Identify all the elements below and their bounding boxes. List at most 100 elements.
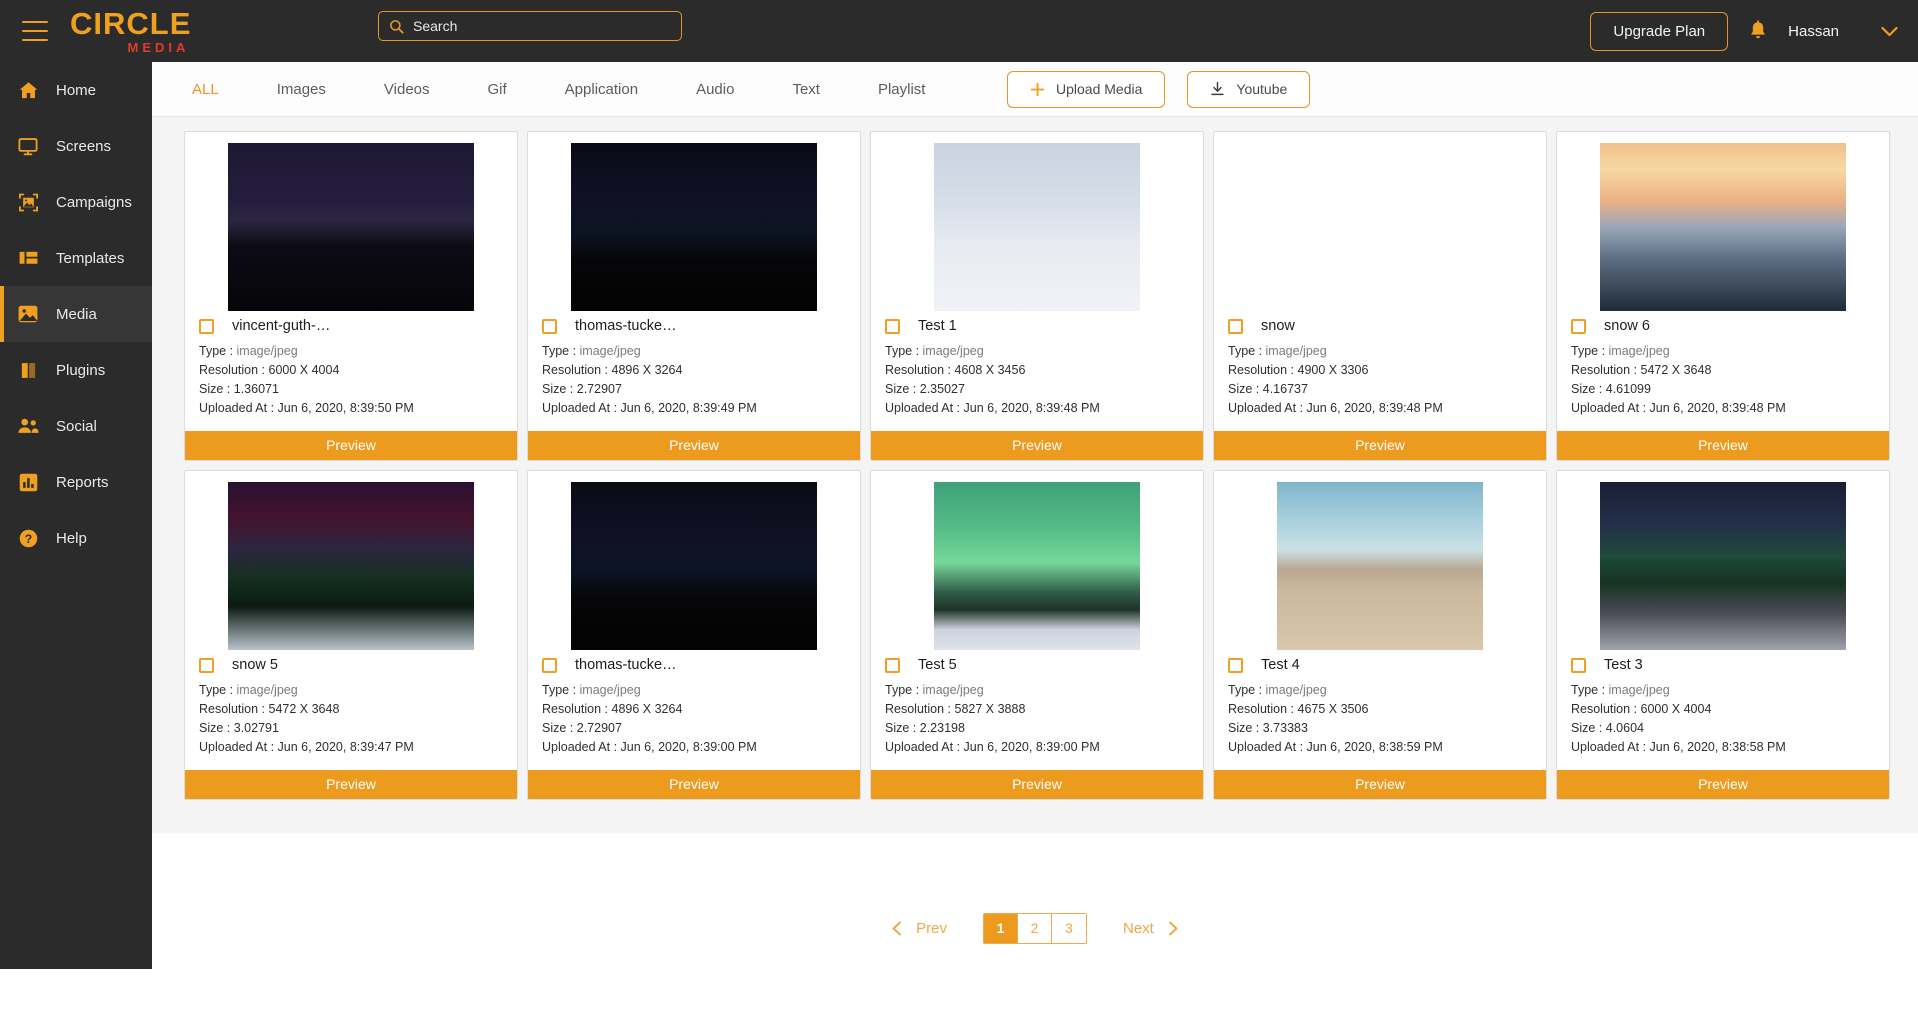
sidebar-item-plugins[interactable]: Plugins bbox=[0, 342, 152, 398]
resolution-value: 5472 X 3648 bbox=[268, 702, 340, 716]
sidebar-item-help[interactable]: ? Help bbox=[0, 510, 152, 566]
media-card[interactable]: thomas-tucke… Type : image/jpeg Resoluti… bbox=[527, 470, 861, 800]
pagination-page-numbers: 123 bbox=[983, 913, 1087, 944]
media-resolution-line: Resolution : 5472 X 3648 bbox=[199, 700, 503, 719]
preview-button[interactable]: Preview bbox=[871, 770, 1203, 799]
media-card[interactable]: Test 3 Type : image/jpeg Resolution : 60… bbox=[1556, 470, 1890, 800]
sidebar-item-reports[interactable]: Reports bbox=[0, 454, 152, 510]
sidebar-item-home[interactable]: Home bbox=[0, 62, 152, 118]
tab-application[interactable]: Application bbox=[555, 81, 648, 98]
media-uploaded-line: Uploaded At : Jun 6, 2020, 8:39:49 PM bbox=[542, 399, 846, 418]
preview-button[interactable]: Preview bbox=[1557, 431, 1889, 460]
app-logo[interactable]: CIRCLE MEDIA bbox=[70, 8, 191, 54]
plus-icon bbox=[1030, 82, 1045, 96]
media-select-checkbox[interactable] bbox=[885, 657, 900, 673]
resolution-value: 6000 X 4004 bbox=[1640, 702, 1712, 716]
media-type-line: Type : image/jpeg bbox=[1571, 681, 1875, 700]
media-size-line: Size : 4.16737 bbox=[1228, 380, 1532, 399]
sidebar-item-campaigns[interactable]: Campaigns bbox=[0, 174, 152, 230]
sidebar-item-label: Help bbox=[56, 529, 87, 547]
resolution-label: Resolution : bbox=[885, 363, 952, 377]
media-metadata: snow 6 Type : image/jpeg Resolution : 54… bbox=[1557, 314, 1889, 431]
preview-button[interactable]: Preview bbox=[185, 431, 517, 460]
main-content: ALL Images Videos Gif Application Audio Text Pl… bbox=[152, 62, 1918, 1024]
campaign-icon bbox=[14, 192, 42, 213]
media-size-line: Size : 2.72907 bbox=[542, 719, 846, 738]
media-card[interactable]: Test 5 Type : image/jpeg Resolution : 58… bbox=[870, 470, 1204, 800]
pagination-page-2[interactable]: 2 bbox=[1018, 914, 1052, 943]
tab-playlist[interactable]: Playlist bbox=[868, 81, 936, 98]
media-card[interactable]: snow Type : image/jpeg Resolution : 4900… bbox=[1213, 131, 1547, 461]
media-type-line: Type : image/jpeg bbox=[1228, 681, 1532, 700]
tab-text[interactable]: Text bbox=[782, 81, 830, 98]
sidebar-item-label: Reports bbox=[56, 473, 109, 491]
media-select-checkbox[interactable] bbox=[199, 318, 214, 334]
chevron-left-icon bbox=[892, 921, 902, 936]
logo-text-circle: CIRCLE bbox=[70, 6, 192, 41]
size-label: Size : bbox=[542, 382, 574, 396]
pagination-page-1[interactable]: 1 bbox=[984, 914, 1018, 943]
media-title-row: thomas-tucke… bbox=[542, 318, 846, 334]
media-select-checkbox[interactable] bbox=[1571, 318, 1586, 334]
tab-videos[interactable]: Videos bbox=[374, 81, 440, 98]
upload-media-button[interactable]: Upload Media bbox=[1007, 70, 1166, 108]
pagination-prev-button[interactable]: Prev bbox=[891, 920, 947, 937]
media-card[interactable]: snow 6 Type : image/jpeg Resolution : 54… bbox=[1556, 131, 1890, 461]
media-select-checkbox[interactable] bbox=[1571, 657, 1586, 673]
media-resolution-line: Resolution : 6000 X 4004 bbox=[199, 361, 503, 380]
chevron-right-icon bbox=[1168, 921, 1178, 936]
search-input[interactable] bbox=[413, 18, 671, 34]
media-select-checkbox[interactable] bbox=[542, 657, 557, 673]
preview-button[interactable]: Preview bbox=[1557, 770, 1889, 799]
tab-audio[interactable]: Audio bbox=[686, 81, 744, 98]
sidebar-item-social[interactable]: Social bbox=[0, 398, 152, 454]
tab-gif[interactable]: Gif bbox=[478, 81, 517, 98]
media-select-checkbox[interactable] bbox=[1228, 657, 1243, 673]
search-icon bbox=[390, 19, 404, 34]
media-card[interactable]: thomas-tucke… Type : image/jpeg Resoluti… bbox=[527, 131, 861, 461]
media-card[interactable]: Test 4 Type : image/jpeg Resolution : 46… bbox=[1213, 470, 1547, 800]
sidebar-item-screens[interactable]: Screens bbox=[0, 118, 152, 174]
media-select-checkbox[interactable] bbox=[1228, 318, 1243, 334]
upgrade-plan-button[interactable]: Upgrade Plan bbox=[1590, 11, 1729, 51]
preview-button[interactable]: Preview bbox=[185, 770, 517, 799]
notifications-bell-icon[interactable] bbox=[1748, 20, 1768, 42]
pagination-next-button[interactable]: Next bbox=[1123, 920, 1179, 937]
type-label: Type : bbox=[1228, 683, 1263, 697]
preview-button[interactable]: Preview bbox=[528, 431, 860, 460]
media-card[interactable]: vincent-guth-… Type : image/jpeg Resolut… bbox=[184, 131, 518, 461]
size-value: 2.35027 bbox=[919, 382, 965, 396]
sidebar-item-templates[interactable]: Templates bbox=[0, 230, 152, 286]
uploaded-at-label: Uploaded At : bbox=[199, 401, 275, 415]
layout-icon bbox=[14, 249, 42, 267]
media-select-checkbox[interactable] bbox=[542, 318, 557, 334]
uploaded-at-value: Jun 6, 2020, 8:39:50 PM bbox=[277, 401, 414, 415]
hamburger-menu-icon[interactable] bbox=[22, 21, 48, 41]
media-uploaded-line: Uploaded At : Jun 6, 2020, 8:39:00 PM bbox=[885, 738, 1189, 757]
media-select-checkbox[interactable] bbox=[199, 657, 214, 673]
media-card[interactable]: Test 1 Type : image/jpeg Resolution : 46… bbox=[870, 131, 1204, 461]
media-uploaded-line: Uploaded At : Jun 6, 2020, 8:38:58 PM bbox=[1571, 738, 1875, 757]
tab-all[interactable]: ALL bbox=[182, 81, 229, 98]
media-card[interactable]: snow 5 Type : image/jpeg Resolution : 54… bbox=[184, 470, 518, 800]
type-label: Type : bbox=[885, 344, 920, 358]
resolution-value: 4675 X 3506 bbox=[1297, 702, 1369, 716]
uploaded-at-label: Uploaded At : bbox=[885, 740, 961, 754]
media-thumbnail-wrap bbox=[1557, 132, 1889, 314]
media-select-checkbox[interactable] bbox=[885, 318, 900, 334]
preview-button[interactable]: Preview bbox=[1214, 431, 1546, 460]
sidebar-item-media[interactable]: Media bbox=[0, 286, 152, 342]
uploaded-at-value: Jun 6, 2020, 8:39:00 PM bbox=[963, 740, 1100, 754]
home-icon bbox=[14, 80, 42, 101]
user-menu-chevron-down-icon[interactable] bbox=[1859, 26, 1898, 37]
pagination-page-3[interactable]: 3 bbox=[1052, 914, 1086, 943]
youtube-import-button[interactable]: Youtube bbox=[1187, 70, 1311, 108]
search-box[interactable] bbox=[378, 11, 682, 41]
media-type-line: Type : image/jpeg bbox=[542, 342, 846, 361]
tab-images[interactable]: Images bbox=[267, 81, 336, 98]
preview-button[interactable]: Preview bbox=[871, 431, 1203, 460]
size-value: 4.16737 bbox=[1262, 382, 1308, 396]
preview-button[interactable]: Preview bbox=[1214, 770, 1546, 799]
download-icon bbox=[1211, 81, 1225, 96]
preview-button[interactable]: Preview bbox=[528, 770, 860, 799]
